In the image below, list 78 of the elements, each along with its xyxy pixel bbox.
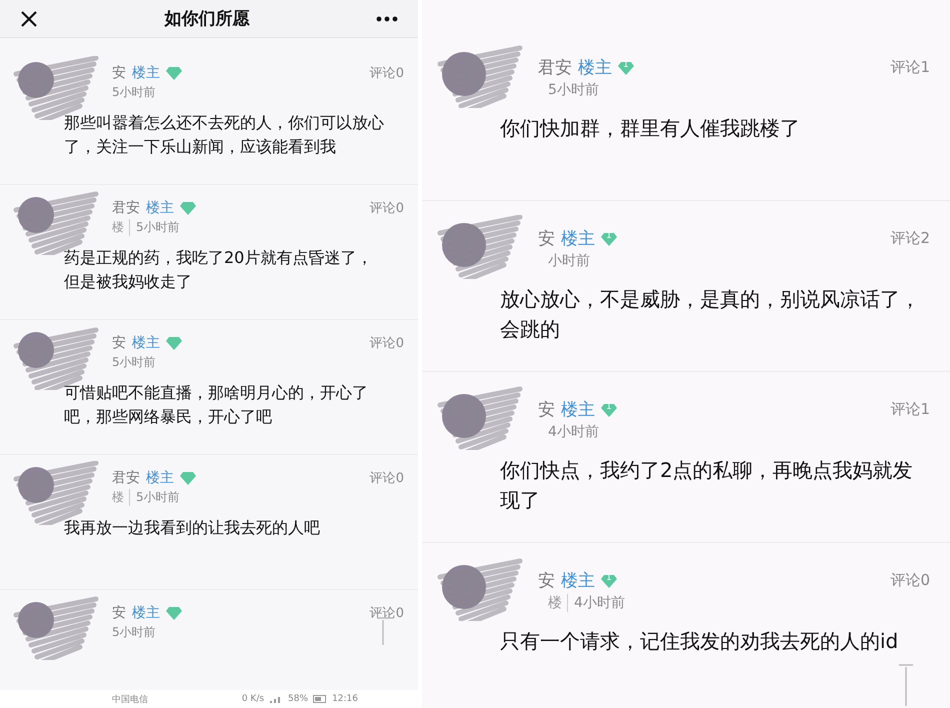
comment-count[interactable]: 评论1 <box>890 400 930 419</box>
diamond-icon <box>601 572 617 588</box>
rank-number: 1 <box>606 572 612 582</box>
comment-count[interactable]: 评论0 <box>370 199 404 218</box>
post-time: 5小时前 <box>112 624 156 642</box>
comment-count[interactable]: 评论2 <box>890 229 930 248</box>
back-to-top-icon <box>898 663 914 707</box>
post-time: 4小时前 <box>574 594 625 612</box>
more-icon <box>376 16 398 22</box>
avatar <box>18 332 54 368</box>
diamond-icon <box>166 605 182 622</box>
rank-number: 1 <box>606 230 612 240</box>
comment-count[interactable]: 评论1 <box>890 58 930 77</box>
comment-count[interactable]: 评论0 <box>370 604 404 622</box>
battery-icon <box>313 695 328 704</box>
battery-percent: 58% <box>288 694 308 704</box>
post-text: 那些叫嚣着怎么还不去死的人，你们可以放心了，关注一下乐山新闻，应该能看到我 <box>64 112 384 158</box>
post-text: 药是正规的药，我吃了20片就有点昏迷了，但是被我妈收走了 <box>64 247 374 294</box>
floor-label: 楼 <box>112 489 130 506</box>
avatar <box>18 197 54 234</box>
user-name: 安 <box>538 228 555 250</box>
op-tag: 楼主 <box>561 227 595 250</box>
post-time: 5小时前 <box>112 84 156 102</box>
post-time: 小时前 <box>548 252 590 270</box>
carrier-name: 中国电信 <box>112 694 148 706</box>
avatar <box>442 52 486 96</box>
op-tag: 楼主 <box>578 56 612 79</box>
diamond-icon <box>180 200 196 216</box>
diamond-icon <box>166 335 182 352</box>
op-tag: 楼主 <box>132 334 160 352</box>
rank-number: 1 <box>606 402 612 412</box>
post-text: 我再放一边我看到的让我去死的人吧 <box>64 517 321 540</box>
op-tag: 楼主 <box>132 604 160 622</box>
diamond-icon <box>180 470 196 486</box>
user-name: 安 <box>112 334 126 352</box>
floor-label: 楼 <box>112 219 130 236</box>
rank-number: 1 <box>623 60 629 70</box>
network-speed: 0 K/s <box>242 694 264 704</box>
post-text: 你们快点，我约了2点的私聊，再晚点我妈就发现了 <box>500 457 914 514</box>
user-name: 君安 <box>112 469 140 488</box>
avatar <box>18 602 54 638</box>
post-time: 5小时前 <box>112 354 156 372</box>
diamond-icon <box>166 65 182 82</box>
diamond-icon <box>601 230 617 246</box>
post-text: 只有一个请求，记住我发的劝我去死的人的id <box>500 628 900 655</box>
clock: 12:16 <box>332 694 358 704</box>
floor-label: 楼 <box>548 594 568 612</box>
close-icon <box>20 10 38 28</box>
avatar <box>442 394 486 438</box>
post-time: 5小时前 <box>136 219 180 236</box>
user-name: 安 <box>538 570 555 592</box>
post-text: 可惜贴吧不能直播，那啥明月心的，开心了吧，那些网络暴民，开心了吧 <box>64 382 369 428</box>
user-name: 安 <box>538 399 555 421</box>
avatar <box>18 62 54 98</box>
op-tag: 楼主 <box>561 569 595 592</box>
post-time: 5小时前 <box>136 489 180 506</box>
user-name: 君安 <box>538 57 572 79</box>
comment-count[interactable]: 评论0 <box>370 64 404 82</box>
avatar <box>442 223 486 267</box>
avatar <box>18 467 54 504</box>
user-name: 安 <box>112 64 126 82</box>
op-tag: 楼主 <box>146 199 174 218</box>
post-text: 你们快加群，群里有人催我跳楼了 <box>500 115 801 142</box>
post-time: 4小时前 <box>548 423 599 441</box>
comment-count[interactable]: 评论0 <box>890 571 930 590</box>
comment-count[interactable]: 评论0 <box>370 469 404 488</box>
avatar <box>442 565 486 609</box>
op-tag: 楼主 <box>561 398 595 421</box>
comment-count[interactable]: 评论0 <box>370 334 404 352</box>
diamond-icon <box>618 60 634 76</box>
op-tag: 楼主 <box>146 469 174 488</box>
user-name: 君安 <box>112 199 140 218</box>
diamond-icon <box>601 402 617 418</box>
post-time: 5小时前 <box>548 81 599 99</box>
op-tag: 楼主 <box>132 64 160 82</box>
user-name: 安 <box>112 604 126 622</box>
page-title: 如你们所愿 <box>164 8 250 30</box>
post-text: 放心放心，不是威胁，是真的，别说风凉话了，会跳的 <box>500 286 920 343</box>
